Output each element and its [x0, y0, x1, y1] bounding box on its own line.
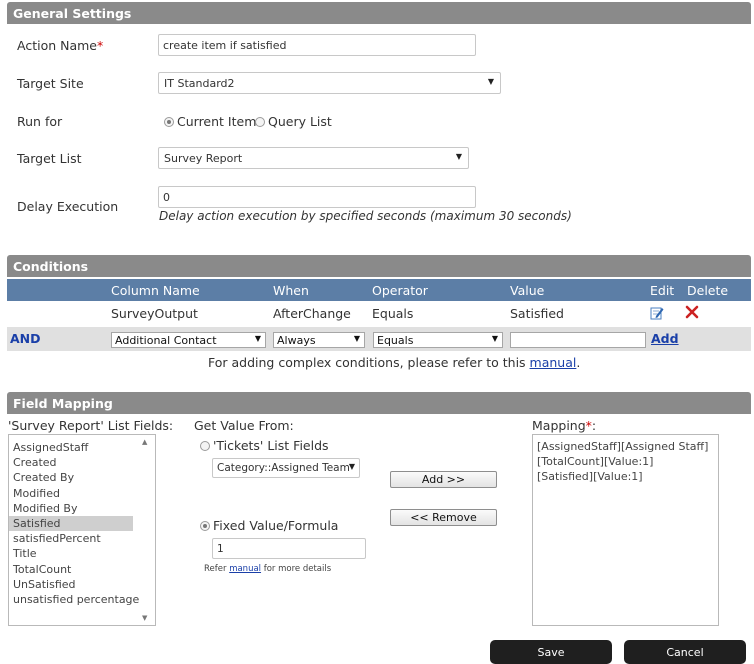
list-field-item[interactable]: UnSatisfied: [9, 577, 155, 592]
mapping-item[interactable]: [TotalCount][Value:1]: [533, 454, 718, 469]
edit-icon[interactable]: [650, 306, 664, 323]
condition-when: AfterChange: [273, 306, 351, 321]
list-field-item[interactable]: Satisfied: [9, 515, 133, 532]
field-mapping-header: Field Mapping: [7, 392, 751, 414]
cancel-button[interactable]: Cancel: [624, 640, 746, 664]
mapping-item[interactable]: [AssignedStaff][Assigned Staff]: [533, 439, 718, 454]
conditions-manual-link[interactable]: manual: [530, 355, 577, 370]
target-site-select[interactable]: IT Standard2 ▼: [158, 72, 501, 94]
mapping-item[interactable]: [Satisfied][Value:1]: [533, 469, 718, 484]
source-field-select[interactable]: Category::Assigned Team ▼: [212, 458, 360, 478]
action-name-input[interactable]: [158, 34, 476, 56]
delay-execution-label: Delay Execution: [17, 199, 119, 214]
new-condition-row: AND Additional Contact ▼ Always ▼ Equals ▼ …: [7, 327, 751, 351]
scroll-down-icon[interactable]: ▼: [142, 614, 147, 622]
run-for-query-list[interactable]: Query List: [255, 114, 332, 129]
list-fields-listbox[interactable]: AssignedStaff Created Created By Modified Mo…: [8, 434, 156, 626]
list-field-item[interactable]: Title: [9, 546, 155, 561]
conditions-grid-header: Column Name When Operator Value Edit Del…: [7, 279, 751, 301]
general-settings-title: General Settings: [13, 6, 132, 21]
mapping-listbox[interactable]: [AssignedStaff][Assigned Staff] [TotalCou…: [532, 434, 719, 626]
new-when-select[interactable]: Always ▼: [273, 332, 365, 348]
listbox-scrollbar[interactable]: ▲ ▼: [139, 435, 153, 625]
col-column-name: Column Name: [111, 283, 200, 298]
condition-operator: Equals: [372, 306, 414, 321]
radio-unchecked-icon[interactable]: [200, 441, 210, 451]
get-value-label: Get Value From:: [194, 418, 294, 433]
col-value: Value: [510, 283, 545, 298]
fixed-value-input[interactable]: [212, 538, 366, 559]
chevron-down-icon: ▼: [455, 152, 462, 161]
conditions-note: For adding complex conditions, please re…: [208, 355, 581, 370]
save-button[interactable]: Save: [490, 640, 612, 664]
refer-manual-link[interactable]: manual: [229, 564, 261, 574]
list-field-item[interactable]: satisfiedPercent: [9, 531, 155, 546]
delay-hint: Delay action execution by specified seco…: [159, 209, 572, 223]
run-for-label: Run for: [17, 114, 63, 129]
chevron-down-icon: ▼: [254, 334, 261, 343]
list-field-item[interactable]: unsatisfied percentage: [9, 592, 155, 607]
radio-checked-icon[interactable]: [164, 117, 174, 127]
general-settings-header: General Settings: [7, 2, 751, 24]
list-field-item[interactable]: Modified By: [9, 501, 155, 516]
list-field-item[interactable]: AssignedStaff: [9, 440, 155, 455]
col-operator: Operator: [372, 283, 428, 298]
add-mapping-button[interactable]: Add >>: [390, 471, 497, 488]
logic-label: AND: [10, 331, 41, 346]
condition-column: SurveyOutput: [111, 306, 198, 321]
radio-unchecked-icon[interactable]: [255, 117, 265, 127]
new-column-select[interactable]: Additional Contact ▼: [111, 332, 266, 348]
mapping-items: [AssignedStaff][Assigned Staff] [TotalCou…: [533, 435, 718, 485]
chevron-down-icon: ▼: [348, 462, 355, 471]
target-site-label: Target Site: [17, 76, 84, 91]
add-condition-link[interactable]: Add: [651, 331, 679, 346]
target-list-label: Target List: [17, 151, 82, 166]
field-mapping-title: Field Mapping: [13, 396, 113, 411]
target-list-value: Survey Report: [164, 152, 243, 165]
list-field-item[interactable]: Modified: [9, 486, 155, 501]
fixed-value-option[interactable]: Fixed Value/Formula: [200, 518, 338, 533]
run-for-current-item[interactable]: Current Item: [164, 114, 256, 129]
list-fields-label: 'Survey Report' List Fields:: [8, 418, 174, 433]
conditions-header: Conditions: [7, 255, 751, 277]
required-mark: *: [97, 38, 104, 53]
scroll-up-icon[interactable]: ▲: [142, 438, 147, 446]
target-site-value: IT Standard2: [164, 77, 235, 90]
condition-value: Satisfied: [510, 306, 564, 321]
list-fields-items: AssignedStaff Created Created By Modified Mo…: [9, 435, 155, 607]
list-field-item[interactable]: Created: [9, 455, 155, 470]
new-operator-select[interactable]: Equals ▼: [373, 332, 503, 348]
action-name-label: Action Name*: [17, 38, 104, 53]
delete-icon[interactable]: [685, 305, 699, 322]
condition-row: SurveyOutput AfterChange Equals Satisfie…: [7, 302, 751, 326]
delay-execution-input[interactable]: [158, 186, 476, 208]
source-field-value: Category::Assigned Team: [217, 462, 350, 474]
conditions-title: Conditions: [13, 259, 89, 274]
source-list-option[interactable]: 'Tickets' List Fields: [200, 438, 329, 453]
radio-checked-icon[interactable]: [200, 521, 210, 531]
mapping-label: Mapping*:: [532, 418, 597, 433]
target-list-select[interactable]: Survey Report ▼: [158, 147, 469, 169]
col-when: When: [273, 283, 309, 298]
refer-note: Refer manual for more details: [204, 564, 332, 574]
chevron-down-icon: ▼: [491, 334, 498, 343]
col-edit: Edit: [650, 283, 675, 298]
col-delete: Delete: [687, 283, 729, 298]
remove-mapping-button[interactable]: << Remove: [390, 509, 497, 526]
list-field-item[interactable]: TotalCount: [9, 562, 155, 577]
chevron-down-icon: ▼: [487, 77, 494, 86]
new-value-input[interactable]: [510, 332, 646, 348]
chevron-down-icon: ▼: [353, 334, 360, 343]
list-field-item[interactable]: Created By: [9, 470, 155, 485]
